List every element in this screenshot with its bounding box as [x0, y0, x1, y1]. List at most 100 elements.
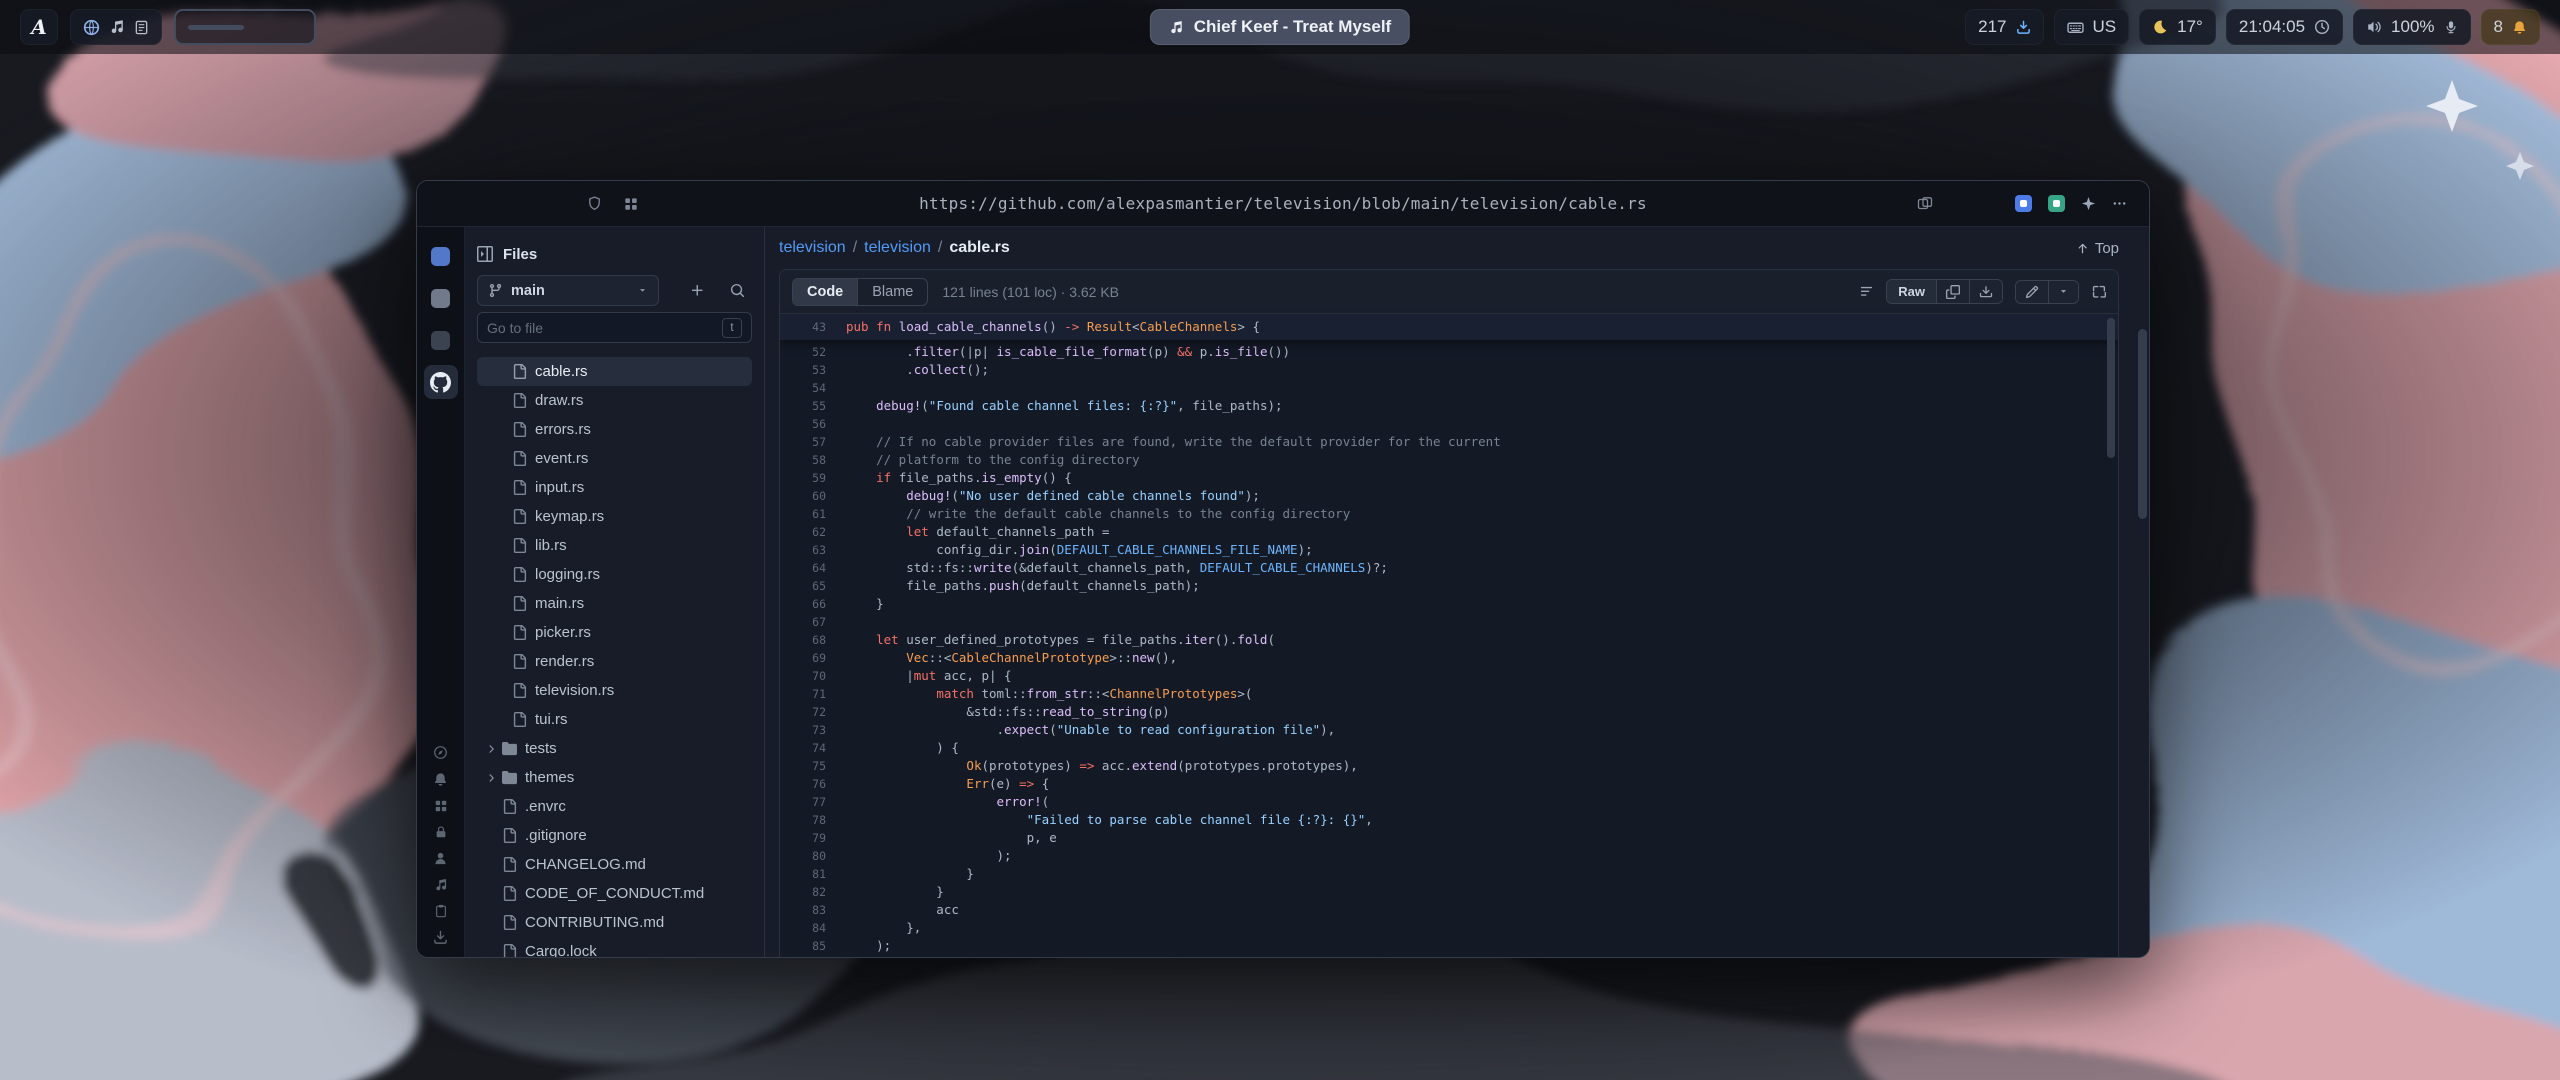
- breadcrumb-repo[interactable]: television: [779, 239, 846, 257]
- symbols-panel-icon[interactable]: [1859, 284, 1874, 299]
- container-grid-icon[interactable]: [624, 197, 638, 211]
- line-number[interactable]: 70: [780, 667, 846, 685]
- line-number[interactable]: 56: [780, 415, 846, 433]
- raw-button[interactable]: Raw: [1887, 280, 1936, 303]
- tree-item-tests[interactable]: tests: [477, 734, 752, 763]
- line-number[interactable]: 53: [780, 361, 846, 379]
- weather-widget[interactable]: 17°: [2139, 9, 2216, 45]
- tree-item-CODE_OF_CONDUCT.md[interactable]: CODE_OF_CONDUCT.md: [477, 879, 752, 908]
- line-number[interactable]: 82: [780, 883, 846, 901]
- line-number[interactable]: 58: [780, 451, 846, 469]
- line-number[interactable]: 79: [780, 829, 846, 847]
- line-number[interactable]: 83: [780, 901, 846, 919]
- tree-item-event.rs[interactable]: event.rs: [477, 444, 752, 473]
- page-scrollbar-thumb[interactable]: [2138, 329, 2147, 519]
- grid-icon[interactable]: [434, 799, 448, 813]
- copy-raw-icon[interactable]: [1936, 280, 1969, 303]
- line-number[interactable]: 77: [780, 793, 846, 811]
- line-number[interactable]: 75: [780, 757, 846, 775]
- music-note-icon[interactable]: [434, 878, 448, 892]
- breadcrumb-dir[interactable]: television: [864, 239, 931, 257]
- line-number[interactable]: 69: [780, 649, 846, 667]
- compass-icon[interactable]: [433, 745, 448, 760]
- line-number[interactable]: 61: [780, 505, 846, 523]
- keyboard-layout-widget[interactable]: US: [2054, 9, 2130, 45]
- go-to-file-box[interactable]: t: [477, 312, 752, 343]
- line-number[interactable]: 57: [780, 433, 846, 451]
- tree-item-tui.rs[interactable]: tui.rs: [477, 705, 752, 734]
- tree-item-cable.rs[interactable]: cable.rs: [477, 357, 752, 386]
- line-number[interactable]: 55: [780, 397, 846, 415]
- line-number[interactable]: 76: [780, 775, 846, 793]
- extension-icon-blue[interactable]: [2015, 195, 2032, 212]
- tab-github-active[interactable]: [424, 365, 458, 399]
- browser-titlebar[interactable]: https://github.com/alexpasmantier/televi…: [417, 181, 2149, 227]
- back-to-top-link[interactable]: Top: [2076, 240, 2119, 257]
- line-number[interactable]: 43: [780, 314, 846, 340]
- line-number[interactable]: 80: [780, 847, 846, 865]
- edit-caret-icon[interactable]: [2048, 281, 2078, 303]
- clipboard-icon[interactable]: [434, 904, 448, 918]
- search-icon[interactable]: [722, 276, 752, 306]
- download-icon[interactable]: [433, 930, 448, 945]
- lock-icon[interactable]: [434, 825, 448, 839]
- line-number[interactable]: 85: [780, 937, 846, 955]
- tree-item-errors.rs[interactable]: errors.rs: [477, 415, 752, 444]
- tab-blame[interactable]: Blame: [857, 279, 927, 305]
- tree-item-main.rs[interactable]: main.rs: [477, 589, 752, 618]
- volume-widget[interactable]: 100%: [2353, 9, 2470, 45]
- updates-widget[interactable]: 217: [1965, 9, 2043, 45]
- line-number[interactable]: 60: [780, 487, 846, 505]
- tree-item-.envrc[interactable]: .envrc: [477, 792, 752, 821]
- collapse-sidebar-icon[interactable]: [477, 246, 493, 262]
- tree-item-render.rs[interactable]: render.rs: [477, 647, 752, 676]
- line-number[interactable]: 54: [780, 379, 846, 397]
- tree-item-logging.rs[interactable]: logging.rs: [477, 560, 752, 589]
- line-number[interactable]: 59: [780, 469, 846, 487]
- code-scrollbar[interactable]: [2107, 318, 2115, 458]
- line-number[interactable]: 65: [780, 577, 846, 595]
- tree-item-television.rs[interactable]: television.rs: [477, 676, 752, 705]
- download-raw-icon[interactable]: [1969, 280, 2002, 303]
- edit-pencil-icon[interactable]: [2016, 281, 2048, 303]
- tree-item-keymap.rs[interactable]: keymap.rs: [477, 502, 752, 531]
- line-number[interactable]: 63: [780, 541, 846, 559]
- more-menu-icon[interactable]: [2112, 196, 2127, 211]
- tree-item-draw.rs[interactable]: draw.rs: [477, 386, 752, 415]
- window-indicator[interactable]: [174, 9, 316, 45]
- line-number[interactable]: 73: [780, 721, 846, 739]
- extension-icon-teal[interactable]: [2048, 195, 2065, 212]
- line-number[interactable]: 72: [780, 703, 846, 721]
- media-player-widget[interactable]: Chief Keef - Treat Myself: [1150, 9, 1410, 45]
- tree-item-CHANGELOG.md[interactable]: CHANGELOG.md: [477, 850, 752, 879]
- line-number[interactable]: 84: [780, 919, 846, 937]
- line-number[interactable]: 71: [780, 685, 846, 703]
- tree-item-CONTRIBUTING.md[interactable]: CONTRIBUTING.md: [477, 908, 752, 937]
- notes-icon[interactable]: [134, 20, 149, 35]
- tree-item-picker.rs[interactable]: picker.rs: [477, 618, 752, 647]
- tab-code[interactable]: Code: [793, 279, 857, 305]
- notifications-widget[interactable]: 8: [2481, 9, 2540, 45]
- line-number[interactable]: 78: [780, 811, 846, 829]
- user-icon[interactable]: [433, 851, 448, 866]
- music-icon[interactable]: [109, 19, 125, 35]
- line-number[interactable]: 64: [780, 559, 846, 577]
- page-scrollbar[interactable]: [2138, 233, 2147, 951]
- line-number[interactable]: 74: [780, 739, 846, 757]
- url-bar[interactable]: https://github.com/alexpasmantier/televi…: [417, 181, 2149, 226]
- line-number[interactable]: 62: [780, 523, 846, 541]
- line-number[interactable]: 66: [780, 595, 846, 613]
- bell-outline-icon[interactable]: [433, 772, 448, 787]
- fullscreen-icon[interactable]: [2091, 284, 2106, 299]
- line-number[interactable]: 68: [780, 631, 846, 649]
- line-number[interactable]: 67: [780, 613, 846, 631]
- split-view-icon[interactable]: [1917, 196, 1933, 212]
- code-scrollbar-thumb[interactable]: [2107, 318, 2115, 458]
- clock-widget[interactable]: 21:04:05: [2226, 9, 2343, 45]
- line-number[interactable]: 86: [780, 955, 846, 958]
- app-launcher-button[interactable]: A: [20, 9, 58, 45]
- line-number[interactable]: 81: [780, 865, 846, 883]
- new-file-button[interactable]: [682, 276, 712, 306]
- pinned-tab-2[interactable]: [424, 281, 458, 315]
- line-number[interactable]: 52: [780, 343, 846, 361]
